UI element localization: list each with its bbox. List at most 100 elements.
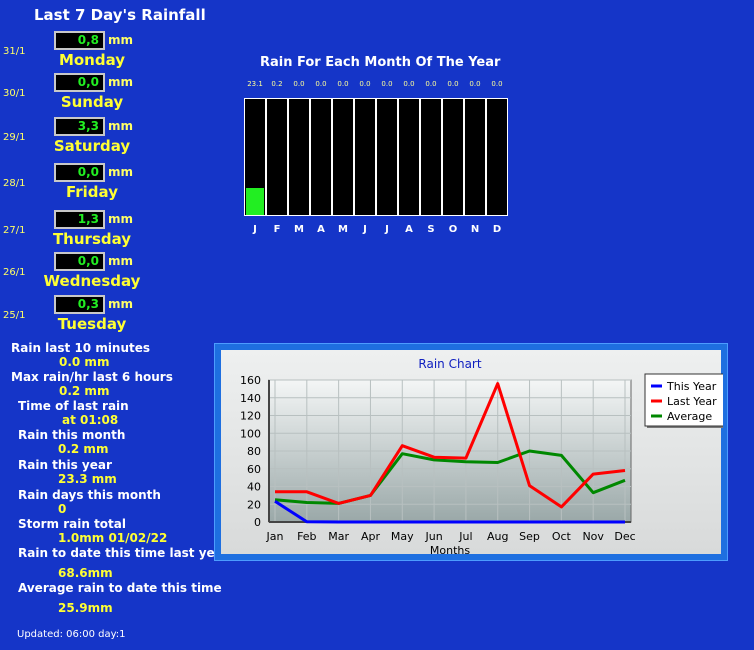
stat-value: 1.0mm 01/02/22 xyxy=(58,531,168,545)
stat-label: Rain this month xyxy=(18,428,126,442)
month-bar-slot xyxy=(332,98,354,216)
day-rain-value: 0,8 xyxy=(54,31,105,50)
month-bar-slot xyxy=(398,98,420,216)
x-tick-label: Nov xyxy=(582,530,604,543)
legend-entry: Last Year xyxy=(667,395,717,408)
x-tick-label: Dec xyxy=(614,530,635,543)
day-name: Wednesday xyxy=(43,272,141,290)
x-tick-label: Sep xyxy=(519,530,540,543)
day-rain-value: 1,3 xyxy=(54,210,105,229)
month-value-label: 0.0 xyxy=(491,80,503,88)
stat-value: 25.9mm xyxy=(58,601,113,615)
x-tick-label: Aug xyxy=(487,530,508,543)
month-tick-label: J xyxy=(385,224,389,235)
month-value-label: 0.0 xyxy=(425,80,437,88)
page-title: Last 7 Day's Rainfall xyxy=(34,6,206,24)
month-bar-slot xyxy=(464,98,486,216)
stat-label: Rain last 10 minutes xyxy=(11,341,151,355)
day-date: 30/1 xyxy=(3,88,26,99)
month-tick-label: M xyxy=(294,224,304,235)
day-date: 29/1 xyxy=(3,132,26,143)
y-tick-label: 20 xyxy=(247,498,261,511)
y-tick-label: 60 xyxy=(247,463,261,476)
x-tick-label: Apr xyxy=(361,530,381,543)
day-date: 27/1 xyxy=(3,225,26,236)
month-value-label: 0.0 xyxy=(403,80,415,88)
stat-label: Rain this year xyxy=(18,458,112,472)
month-value-label: 0.0 xyxy=(293,80,305,88)
day-rain-unit: mm xyxy=(108,75,134,89)
stat-label: Storm rain total xyxy=(18,517,126,531)
y-tick-label: 80 xyxy=(247,445,261,458)
month-tick-label: J xyxy=(363,224,367,235)
y-tick-label: 160 xyxy=(240,374,261,387)
month-tick-label: A xyxy=(405,224,413,235)
month-bar-slot xyxy=(354,98,376,216)
stat-value: 0.2 mm xyxy=(59,384,110,398)
month-tick-label: D xyxy=(492,224,502,235)
stat-label: Average rain to date this time xyxy=(18,581,222,595)
legend-entry: This Year xyxy=(666,380,717,393)
month-value-label: 0.0 xyxy=(381,80,393,88)
month-value-label: 0.0 xyxy=(447,80,459,88)
day-rain-unit: mm xyxy=(108,297,134,311)
month-tick-label: F xyxy=(273,224,281,235)
day-date: 28/1 xyxy=(3,178,26,189)
stat-value: 0 xyxy=(58,502,67,516)
legend-entry: Average xyxy=(667,410,712,423)
stat-label: Rain days this month xyxy=(18,488,161,502)
x-tick-label: Feb xyxy=(297,530,316,543)
month-tick-label: A xyxy=(317,224,325,235)
day-rain-value: 0,0 xyxy=(54,73,105,92)
y-tick-label: 40 xyxy=(247,481,261,494)
day-name: Saturday xyxy=(53,137,131,155)
stat-value: at 01:08 xyxy=(62,413,119,427)
stat-value: 23.3 mm xyxy=(58,472,117,486)
day-rain-value: 3,3 xyxy=(54,117,105,136)
month-value-label: 0.0 xyxy=(469,80,481,88)
day-rain-value: 0,3 xyxy=(54,295,105,314)
day-rain-value: 0,0 xyxy=(54,163,105,182)
chart-title: Rain Chart xyxy=(418,357,481,371)
month-value-label: 0.2 xyxy=(271,80,283,88)
y-tick-label: 140 xyxy=(240,392,261,405)
month-tick-label: J xyxy=(253,224,257,235)
day-date: 25/1 xyxy=(3,310,26,321)
rain-chart-panel: Rain Chart 0 20 40 60 80 100 120 140 160 Jan Feb Mar… xyxy=(214,343,728,561)
x-tick-label: Jul xyxy=(458,530,472,543)
rain-chart-area: Rain Chart 0 20 40 60 80 100 120 140 160 Jan Feb Mar… xyxy=(221,350,723,556)
x-axis-label: Months xyxy=(430,544,470,556)
stat-label: Max rain/hr last 6 hours xyxy=(11,370,173,384)
month-bar-slot xyxy=(486,98,508,216)
month-bar-slot xyxy=(442,98,464,216)
y-tick-label: 100 xyxy=(240,427,261,440)
month-bar-slot xyxy=(288,98,310,216)
month-value-label: 0.0 xyxy=(315,80,327,88)
monthly-chart-title: Rain For Each Month Of The Year xyxy=(260,55,501,70)
day-rain-unit: mm xyxy=(108,254,134,268)
month-tick-label: O xyxy=(448,224,458,235)
stat-value: 68.6mm xyxy=(58,566,113,580)
stat-value: 0.0 mm xyxy=(59,355,110,369)
stat-label: Rain to date this time last year xyxy=(18,546,229,560)
month-tick-label: M xyxy=(338,224,348,235)
day-date: 31/1 xyxy=(3,46,26,57)
x-tick-label: Jan xyxy=(266,530,284,543)
month-bar-slot xyxy=(376,98,398,216)
stat-value: 0.2 mm xyxy=(58,442,109,456)
day-name: Thursday xyxy=(52,230,132,248)
x-tick-label: Oct xyxy=(552,530,572,543)
day-rain-value: 0,0 xyxy=(54,252,105,271)
day-rain-unit: mm xyxy=(108,165,134,179)
day-rain-unit: mm xyxy=(108,33,134,47)
month-value-label: 0.0 xyxy=(359,80,371,88)
day-rain-unit: mm xyxy=(108,212,134,226)
day-name: Monday xyxy=(58,51,126,69)
month-bar-slot xyxy=(420,98,442,216)
month-bar-slot xyxy=(266,98,288,216)
y-tick-label: 120 xyxy=(240,410,261,423)
day-name: Tuesday xyxy=(57,315,127,333)
x-tick-label: Jun xyxy=(424,530,442,543)
day-date: 26/1 xyxy=(3,267,26,278)
updated-text: Updated: 06:00 day:1 xyxy=(17,629,126,640)
